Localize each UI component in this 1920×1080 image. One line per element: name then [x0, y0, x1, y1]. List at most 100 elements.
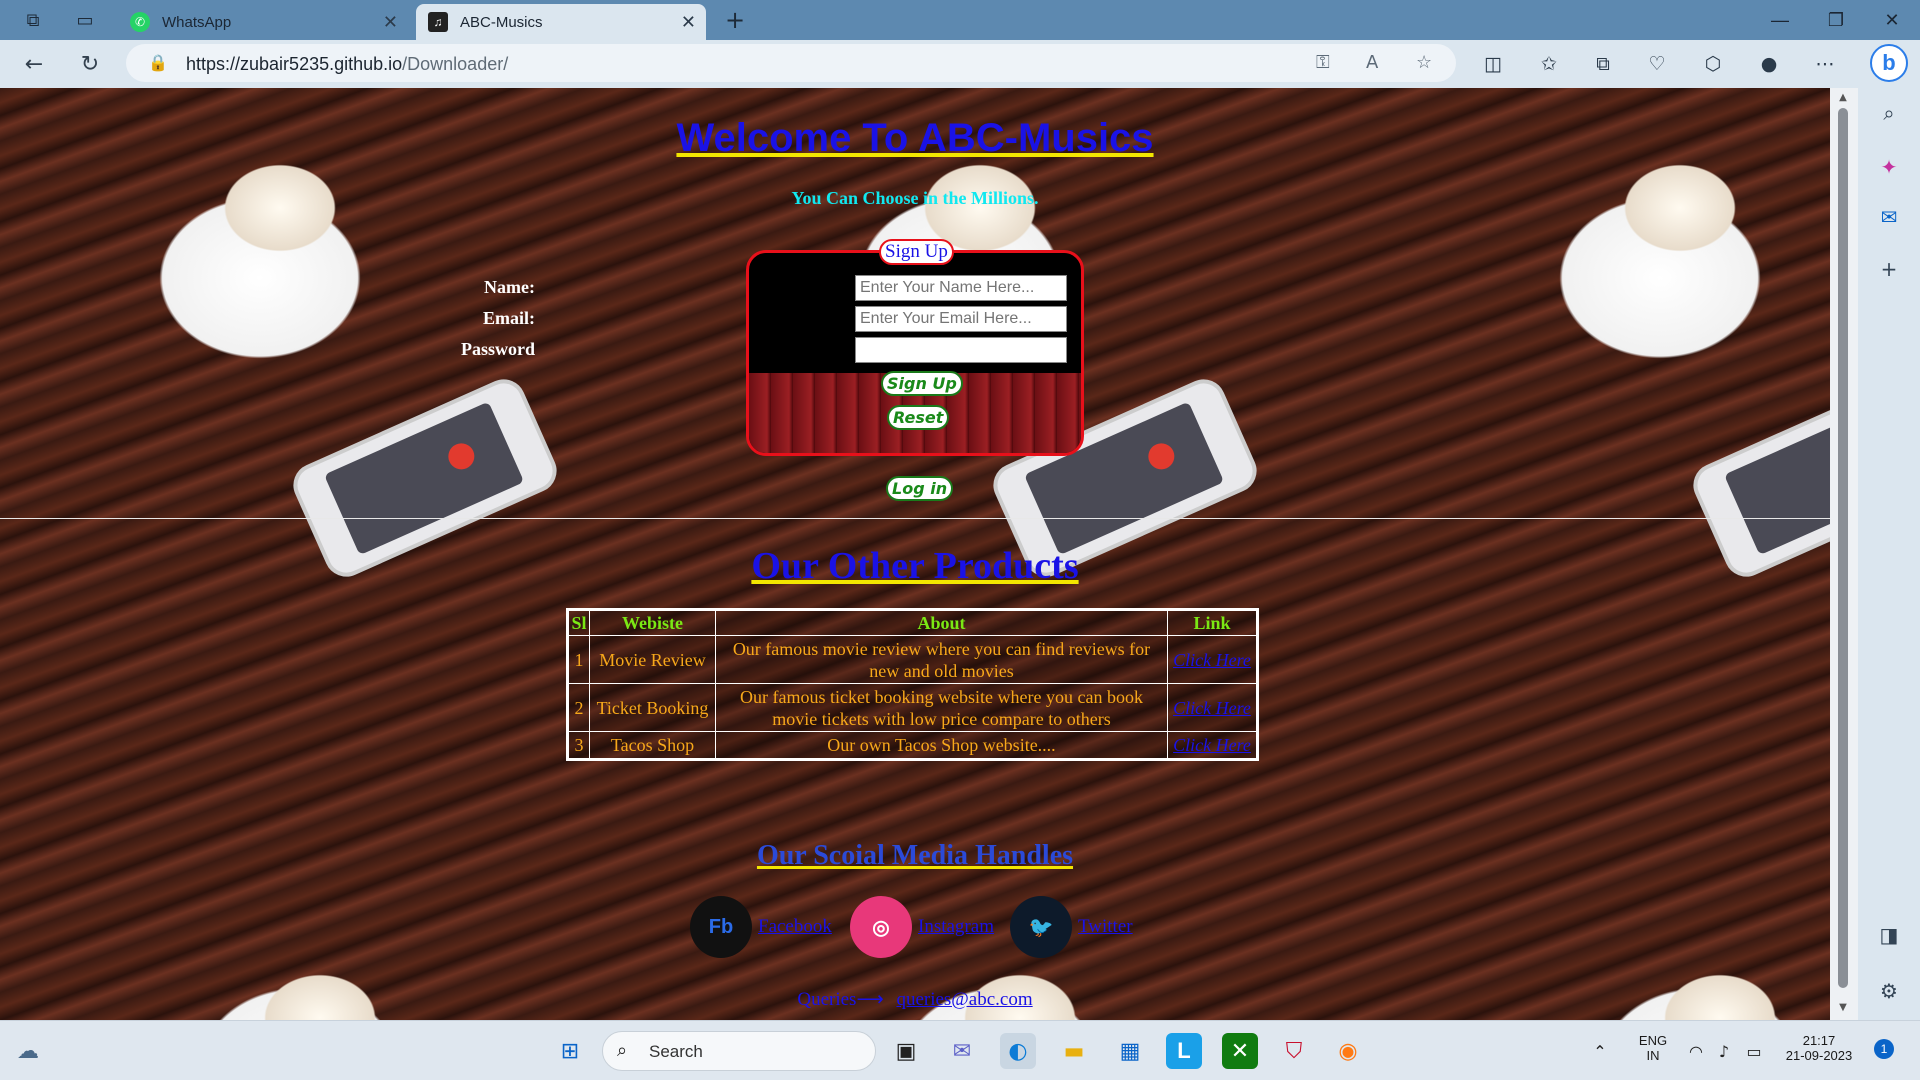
- table-row: 2 Ticket Booking Our famous ticket booki…: [567, 683, 1258, 732]
- weather-icon[interactable]: ☁: [10, 1033, 46, 1069]
- split-screen-icon[interactable]: ◫: [1478, 50, 1508, 78]
- cell-link: Click Here: [1167, 635, 1258, 684]
- click-here-link[interactable]: Click Here: [1173, 650, 1251, 670]
- password-input[interactable]: [855, 337, 1067, 363]
- battery-icon[interactable]: ▭: [1736, 1033, 1772, 1069]
- scrollbar-thumb[interactable]: [1838, 108, 1848, 988]
- task-view-icon[interactable]: ▣: [888, 1033, 924, 1069]
- favorite-star-icon[interactable]: ☆: [1416, 52, 1432, 73]
- language-indicator[interactable]: ENG IN: [1636, 1033, 1670, 1063]
- address-bar[interactable]: 🔒 https://zubair5235.github.io/Downloade…: [126, 44, 1456, 82]
- tab-title: WhatsApp: [162, 13, 232, 31]
- whatsapp-icon: ✆: [130, 12, 150, 32]
- outlook-icon[interactable]: ✉: [1874, 202, 1904, 232]
- file-explorer-icon[interactable]: ▬: [1056, 1033, 1092, 1069]
- social-instagram: ◎ Instagram: [850, 896, 994, 958]
- login-button[interactable]: Log in: [886, 476, 954, 501]
- social-facebook: Fb Facebook: [690, 896, 832, 958]
- hide-sidebar-icon[interactable]: ◨: [1874, 920, 1904, 950]
- products-heading: Our Other Products: [751, 545, 1079, 587]
- click-here-link[interactable]: Click Here: [1173, 735, 1251, 755]
- cell-sl: 2: [567, 683, 590, 732]
- search-icon: ⌕: [617, 1040, 628, 1061]
- cell-about: Our famous ticket booking website where …: [715, 683, 1168, 732]
- read-aloud-icon[interactable]: A: [1366, 52, 1378, 73]
- close-tab-icon[interactable]: ✕: [681, 12, 696, 33]
- workspaces-icon[interactable]: ⧉: [18, 6, 48, 34]
- address-toolbar: ← ↻ 🔒 https://zubair5235.github.io/Downl…: [0, 40, 1920, 88]
- key-icon[interactable]: ⚿: [1316, 52, 1330, 73]
- twitter-icon[interactable]: 🐦: [1010, 896, 1072, 958]
- header-sl: Sl: [567, 609, 590, 636]
- header-website: Webiste: [589, 609, 716, 636]
- signup-button[interactable]: Sign Up: [881, 371, 963, 396]
- table-header-row: Sl Webiste About Link: [567, 609, 1258, 636]
- url-text[interactable]: https://zubair5235.github.io/Downloader/: [186, 54, 508, 75]
- edge-browser-icon[interactable]: ◐: [1000, 1033, 1036, 1069]
- collections-icon[interactable]: ⧉: [1588, 50, 1618, 78]
- header-link: Link: [1167, 609, 1258, 636]
- search-icon[interactable]: ⌕: [1874, 98, 1904, 128]
- favorites-icon[interactable]: ✩: [1534, 50, 1564, 78]
- extensions-icon[interactable]: ⬡: [1698, 50, 1728, 78]
- cell-link: Click Here: [1167, 683, 1258, 732]
- mcafee-icon[interactable]: ⛉: [1276, 1033, 1312, 1069]
- l-app-icon[interactable]: L: [1166, 1033, 1202, 1069]
- divider: [0, 518, 1830, 519]
- taskbar-search[interactable]: ⌕ Search: [602, 1031, 876, 1071]
- windows-taskbar: ☁ ⊞ ⌕ Search ▣ ✉ ◐ ▬ ▦ L ✕ ⛉ ◉ ⌃ ENG IN …: [0, 1020, 1920, 1080]
- page-subtitle: You Can Choose in the Millions.: [791, 188, 1039, 208]
- new-tab-icon[interactable]: +: [720, 6, 750, 34]
- windows-start-icon[interactable]: ⊞: [552, 1033, 588, 1069]
- close-window-icon[interactable]: ✕: [1864, 0, 1920, 40]
- teams-chat-icon[interactable]: ✉: [944, 1033, 980, 1069]
- show-hidden-icons-icon[interactable]: ⌃: [1582, 1033, 1618, 1069]
- tab-abc-musics[interactable]: ♫ ABC-Musics ✕: [416, 4, 706, 40]
- tab-title: ABC-Musics: [460, 13, 543, 31]
- restore-icon[interactable]: ❐: [1808, 0, 1864, 40]
- cell-about: Our famous movie review where you can fi…: [715, 635, 1168, 684]
- microsoft-store-icon[interactable]: ▦: [1112, 1033, 1148, 1069]
- bing-copilot-icon[interactable]: b: [1870, 44, 1908, 82]
- page-scrollbar[interactable]: ▲ ▼: [1830, 88, 1858, 1020]
- close-tab-icon[interactable]: ✕: [383, 12, 398, 33]
- instagram-icon[interactable]: ◎: [850, 896, 912, 958]
- clock[interactable]: 21:17 21-09-2023: [1778, 1033, 1860, 1063]
- cell-sl: 3: [567, 731, 590, 760]
- table-row: 3 Tacos Shop Our own Tacos Shop website.…: [567, 731, 1258, 760]
- table-row: 1 Movie Review Our famous movie review w…: [567, 635, 1258, 684]
- name-label: Name:: [484, 277, 535, 297]
- xbox-icon[interactable]: ✕: [1222, 1033, 1258, 1069]
- cell-site: Ticket Booking: [589, 683, 716, 732]
- facebook-link[interactable]: Facebook: [758, 916, 832, 938]
- queries-line: Queries⟶ queries@abc.com: [0, 988, 1830, 1011]
- more-menu-icon[interactable]: ⋯: [1810, 50, 1840, 78]
- health-icon[interactable]: ♡: [1642, 50, 1672, 78]
- profile-avatar-icon[interactable]: ●: [1754, 50, 1784, 78]
- email-input[interactable]: [855, 306, 1067, 332]
- click-here-link[interactable]: Click Here: [1173, 698, 1251, 718]
- scroll-up-icon[interactable]: ▲: [1836, 92, 1850, 103]
- twitter-link[interactable]: Twitter: [1078, 916, 1133, 938]
- tab-actions-icon[interactable]: ▭: [70, 6, 100, 34]
- minimize-icon[interactable]: —: [1752, 0, 1808, 40]
- tab-whatsapp[interactable]: ✆ WhatsApp ✕: [118, 4, 408, 40]
- settings-gear-icon[interactable]: ⚙: [1874, 976, 1904, 1006]
- queries-email-link[interactable]: queries@abc.com: [896, 989, 1032, 1010]
- notification-badge[interactable]: 1: [1874, 1039, 1894, 1059]
- scroll-down-icon[interactable]: ▼: [1836, 1002, 1850, 1013]
- firefox-icon[interactable]: ◉: [1330, 1033, 1366, 1069]
- cell-about: Our own Tacos Shop website....: [715, 731, 1168, 760]
- instagram-link[interactable]: Instagram: [918, 916, 994, 938]
- email-label: Email:: [483, 308, 535, 328]
- lock-icon[interactable]: 🔒: [148, 53, 168, 72]
- refresh-icon[interactable]: ↻: [76, 50, 104, 78]
- back-icon[interactable]: ←: [20, 50, 48, 78]
- name-input[interactable]: [855, 275, 1067, 301]
- search-label: Search: [649, 1042, 703, 1061]
- reset-button[interactable]: Reset: [887, 405, 950, 430]
- facebook-icon[interactable]: Fb: [690, 896, 752, 958]
- copilot-icon[interactable]: ✦: [1874, 152, 1904, 182]
- add-icon[interactable]: +: [1874, 254, 1904, 284]
- cell-link: Click Here: [1167, 731, 1258, 760]
